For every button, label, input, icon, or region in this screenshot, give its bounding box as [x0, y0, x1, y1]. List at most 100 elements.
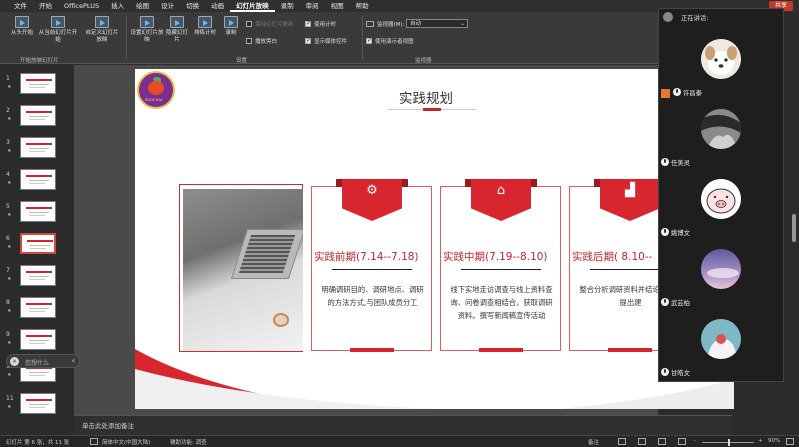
- participant-tile[interactable]: 武芸柏: [659, 245, 785, 313]
- chevron-left-icon[interactable]: ‹: [72, 356, 75, 365]
- thumbnail-image: [20, 105, 56, 126]
- menu-design[interactable]: 设计: [155, 0, 180, 12]
- tab-fold: [465, 179, 471, 187]
- star-icon: ★: [7, 308, 12, 314]
- meeting-scrollbar[interactable]: [792, 214, 796, 242]
- thumbnail-image: [20, 201, 56, 222]
- keep-updated-checkbox[interactable]: 保持幻灯片更新: [246, 20, 294, 28]
- rehearse-button[interactable]: 排练计时: [192, 16, 218, 37]
- sorter-view-icon[interactable]: [638, 438, 646, 445]
- zoom-out-button[interactable]: -: [694, 438, 696, 444]
- menu-draw[interactable]: 绘图: [130, 0, 155, 12]
- participant-label: 姚博文: [661, 227, 690, 237]
- notes-toggle-button[interactable]: 备注: [588, 438, 599, 446]
- card-header-tab: ⚙: [342, 179, 402, 221]
- checkbox-box: [246, 21, 252, 27]
- slide-thumbnail[interactable]: 11 ★: [0, 393, 74, 419]
- close-icon[interactable]: ×: [10, 357, 19, 366]
- slide[interactable]: SUOCHAI 实践规划 ⚙ 实践前期(7.14--7.18) 明确调研目的、调…: [135, 69, 734, 409]
- phase-card-middle[interactable]: ⌂ 实践中期(7.19--8.10) 线下实地走访调查与线上资料查询、问卷调查相…: [440, 179, 561, 352]
- chart-icon: ▟: [625, 183, 635, 198]
- fit-window-icon[interactable]: [786, 438, 794, 445]
- notes-pane[interactable]: 单击此处添加备注: [74, 415, 732, 435]
- card-header-tab: ▟: [600, 179, 660, 221]
- tab-fold: [336, 179, 342, 187]
- slide-thumbnail-selected[interactable]: 6 ★: [0, 233, 74, 259]
- record-button[interactable]: 录制: [220, 16, 242, 37]
- notes-placeholder: 单击此处添加备注: [82, 422, 134, 430]
- slide-thumbnail[interactable]: 7 ★: [0, 265, 74, 291]
- zoom-slider-thumb[interactable]: [728, 439, 730, 446]
- setup-icon: [140, 16, 154, 28]
- slide-thumbnail[interactable]: 5 ★: [0, 201, 74, 227]
- use-timings-checkbox[interactable]: 使用计时: [305, 20, 336, 28]
- thumbnail-image: [20, 329, 56, 350]
- ribbon-separator: [362, 16, 363, 60]
- menu-help[interactable]: 帮助: [350, 0, 375, 12]
- menu-slideshow[interactable]: 幻灯片放映: [230, 0, 275, 12]
- slide-thumbnail[interactable]: 4 ★: [0, 169, 74, 195]
- hide-slide-button[interactable]: 隐藏幻灯片: [164, 16, 190, 43]
- laptop-photo[interactable]: [183, 189, 303, 351]
- thumbnail-image: [20, 233, 56, 254]
- chevron-down-icon: ⌄: [460, 21, 465, 27]
- checkbox-box: [246, 38, 252, 44]
- participant-tile[interactable]: 姚博文: [659, 175, 785, 243]
- setup-show-button[interactable]: 设置幻灯片放映: [130, 16, 164, 43]
- menu-home[interactable]: 开始: [33, 0, 58, 12]
- decorative-wave: [135, 349, 734, 409]
- slide-thumbnail[interactable]: 8 ★: [0, 297, 74, 323]
- bw-photo-avatar: [701, 109, 741, 149]
- card-divider: [461, 269, 541, 270]
- slide-thumbnail[interactable]: 9 ★: [0, 329, 74, 355]
- mic-icon: [661, 368, 669, 376]
- menu-view[interactable]: 视图: [325, 0, 350, 12]
- participant-tile[interactable]: 甘皓文: [659, 315, 785, 383]
- zoom-in-button[interactable]: +: [758, 438, 763, 444]
- thumbnail-image: [20, 137, 56, 158]
- star-icon: ★: [7, 212, 12, 218]
- phase-card-early[interactable]: ⚙ 实践前期(7.14--7.18) 明确调研目的、调研地点、调研的方法方式,与…: [311, 179, 432, 352]
- menu-record[interactable]: 录制: [275, 0, 300, 12]
- menu-file[interactable]: 文件: [8, 0, 33, 12]
- monitor-select[interactable]: 自动 ⌄: [406, 19, 468, 28]
- star-icon: ★: [7, 244, 12, 250]
- card-heading: 实践中期(7.19--8.10): [443, 251, 548, 263]
- language-indicator[interactable]: 简体中文(中国大陆): [102, 438, 150, 446]
- thumbnail-image: [20, 265, 56, 286]
- thumbnail-image: [20, 297, 56, 318]
- custom-show-button[interactable]: 自定义幻灯片放映: [84, 16, 120, 43]
- title-accent-bar: [423, 108, 441, 111]
- participant-tile[interactable]: 许昌泰: [659, 35, 785, 103]
- slide-thumbnail[interactable]: 1 ★: [0, 73, 74, 99]
- slide-thumbnail[interactable]: 2 ★: [0, 105, 74, 131]
- spellcheck-icon[interactable]: [90, 438, 98, 445]
- menu-insert[interactable]: 插入: [105, 0, 130, 12]
- dog-avatar: [701, 39, 741, 79]
- checkbox-box-checked: [305, 20, 311, 27]
- card-header-tab: ⌂: [471, 179, 531, 221]
- slideshow-view-icon[interactable]: [678, 438, 686, 445]
- menu-officeplus[interactable]: OfficePLUS: [58, 0, 105, 12]
- search-assistant[interactable]: × 您想什么 ‹: [6, 354, 80, 368]
- monitor-label: 监视器(M):: [366, 20, 404, 28]
- show-media-checkbox[interactable]: 显示媒体控件: [305, 37, 347, 45]
- participant-tile[interactable]: 任美灵: [659, 105, 785, 173]
- presenter-view-checkbox[interactable]: 使用演示者视图: [366, 37, 414, 45]
- from-start-button[interactable]: 从头开始: [8, 16, 36, 37]
- reading-view-icon[interactable]: [658, 438, 666, 445]
- normal-view-icon[interactable]: [618, 438, 626, 445]
- menu-animations[interactable]: 动画: [205, 0, 230, 12]
- star-icon: ★: [7, 340, 12, 346]
- slide-thumbnail[interactable]: 3 ★: [0, 137, 74, 163]
- accessibility-indicator[interactable]: 辅助功能: 调查: [170, 438, 207, 446]
- play-narration-checkbox[interactable]: 播放旁白: [246, 37, 277, 45]
- menu-transitions[interactable]: 切换: [180, 0, 205, 12]
- star-icon: ★: [7, 404, 12, 410]
- stopwatch-icon: [198, 16, 212, 28]
- from-current-button[interactable]: 从当前幻灯片开始: [38, 16, 78, 43]
- ribbon-separator: [126, 16, 127, 60]
- zoom-level[interactable]: 90%: [768, 438, 780, 444]
- slide-title[interactable]: 实践规划: [399, 87, 453, 107]
- menu-review[interactable]: 审阅: [300, 0, 325, 12]
